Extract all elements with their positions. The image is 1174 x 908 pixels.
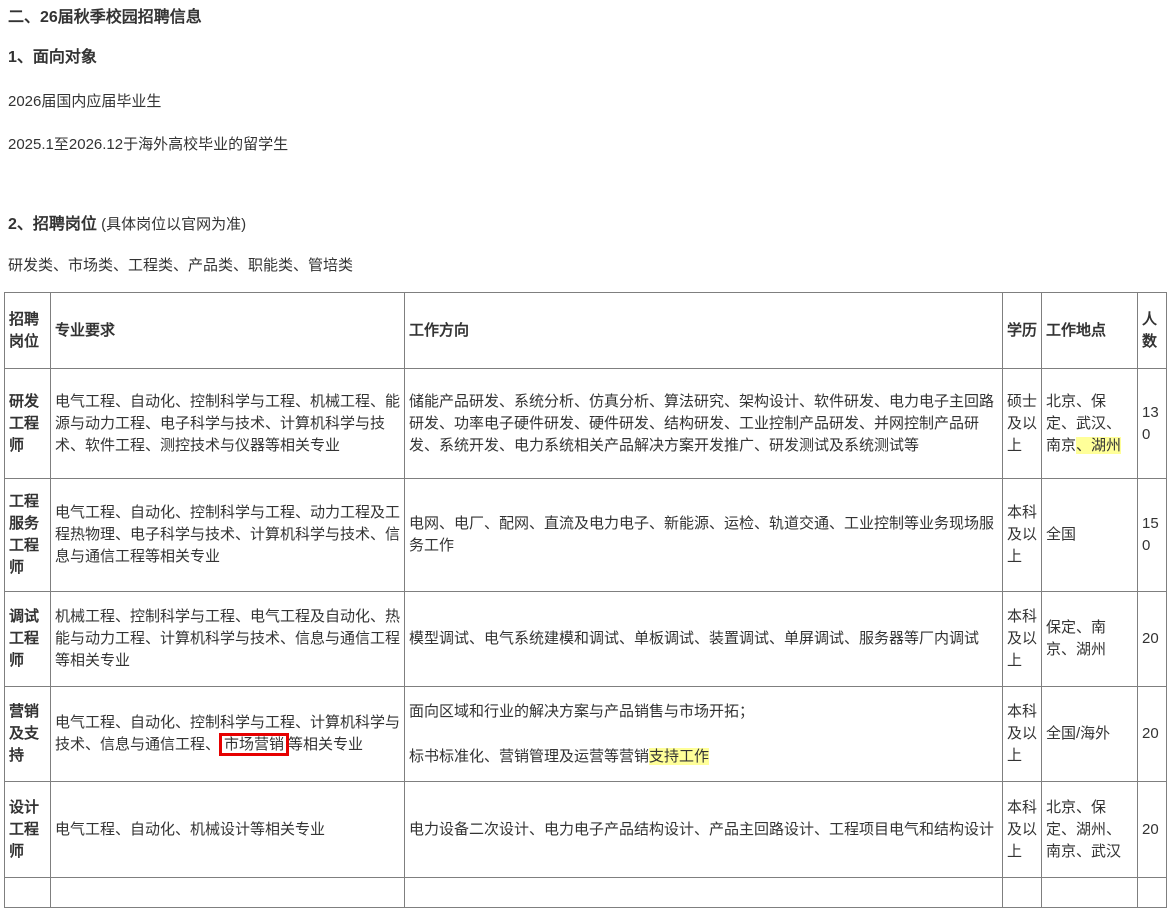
positions-heading-note: (具体岗位以官网为准) — [97, 216, 246, 233]
major-text-tail: 等相关专业 — [288, 736, 363, 753]
cell-major: 电气工程、自动化、控制科学与工程、计算机科学与技术、信息与通信工程、市场营销等相… — [51, 687, 405, 782]
col-header-count: 人数 — [1138, 293, 1167, 369]
cell-count: 20 — [1138, 687, 1167, 782]
cell-major: 机械工程、控制科学与工程、电气工程及自动化、热能与动力工程、计算机科学与技术、信… — [51, 592, 405, 687]
cell-direction: 电力设备二次设计、电力电子产品结构设计、产品主回路设计、工程项目电气和结构设计 — [405, 782, 1003, 878]
positions-table: 招聘岗位 专业要求 工作方向 学历 工作地点 人数 研发工程师 电气工程、自动化… — [4, 292, 1167, 908]
section-heading-positions: 2、招聘岗位 (具体岗位以官网为准) — [8, 215, 1174, 235]
cell-position: 工程服务工程师 — [5, 479, 51, 592]
col-header-major: 专业要求 — [51, 293, 405, 369]
cell-location: 北京、保定、武汉、南京、湖州 — [1042, 369, 1138, 479]
cell-major: 电气工程、自动化、控制科学与工程、机械工程、能源与动力工程、电子科学与技术、计算… — [51, 369, 405, 479]
direction-line-2: 标书标准化、营销管理及运营等营销支持工作 — [409, 746, 998, 768]
cell-degree: 本科及以上 — [1003, 592, 1042, 687]
cell-direction: 储能产品研发、系统分析、仿真分析、算法研究、架构设计、软件研发、电力电子主回路研… — [405, 369, 1003, 479]
table-row-field-service-engineer: 工程服务工程师 电气工程、自动化、控制科学与工程、动力工程及工程热物理、电子科学… — [5, 479, 1167, 592]
cell-direction: 面向区域和行业的解决方案与产品销售与市场开拓； 标书标准化、营销管理及运营等营销… — [405, 687, 1003, 782]
cell-count: 130 — [1138, 369, 1167, 479]
cell-direction: 电网、电厂、配网、直流及电力电子、新能源、运检、轨道交通、工业控制等业务现场服务… — [405, 479, 1003, 592]
cell-position: 营销及支持 — [5, 687, 51, 782]
cell-empty — [51, 878, 405, 908]
cell-degree: 本科及以上 — [1003, 479, 1042, 592]
table-row-cutoff — [5, 878, 1167, 908]
section-heading-audience: 1、面向对象 — [8, 48, 1174, 68]
highlight-huzhou: 、湖州 — [1076, 437, 1121, 454]
cell-empty — [1003, 878, 1042, 908]
cell-direction: 模型调试、电气系统建模和调试、单板调试、装置调试、单屏调试、服务器等厂内调试 — [405, 592, 1003, 687]
cell-location: 全国 — [1042, 479, 1138, 592]
cell-major: 电气工程、自动化、控制科学与工程、动力工程及工程热物理、电子科学与技术、计算机科… — [51, 479, 405, 592]
table-row-rd-engineer: 研发工程师 电气工程、自动化、控制科学与工程、机械工程、能源与动力工程、电子科学… — [5, 369, 1167, 479]
cell-position: 调试工程师 — [5, 592, 51, 687]
cell-count: 150 — [1138, 479, 1167, 592]
table-row-commissioning-engineer: 调试工程师 机械工程、控制科学与工程、电气工程及自动化、热能与动力工程、计算机科… — [5, 592, 1167, 687]
col-header-location: 工作地点 — [1042, 293, 1138, 369]
table-row-marketing-support: 营销及支持 电气工程、自动化、控制科学与工程、计算机科学与技术、信息与通信工程、… — [5, 687, 1167, 782]
col-header-direction: 工作方向 — [405, 293, 1003, 369]
position-categories: 研发类、市场类、工程类、产品类、职能类、管培类 — [8, 256, 1174, 276]
col-header-position: 招聘岗位 — [5, 293, 51, 369]
cell-degree: 硕士及以上 — [1003, 369, 1042, 479]
cell-position: 设计工程师 — [5, 782, 51, 878]
highlight-support-work: 支持工作 — [649, 748, 709, 765]
cell-count: 20 — [1138, 592, 1167, 687]
cell-degree: 本科及以上 — [1003, 687, 1042, 782]
direction-line-1: 面向区域和行业的解决方案与产品销售与市场开拓； — [409, 701, 998, 723]
cell-major: 电气工程、自动化、机械设计等相关专业 — [51, 782, 405, 878]
page-title: 二、26届秋季校园招聘信息 — [8, 8, 1174, 28]
col-header-degree: 学历 — [1003, 293, 1042, 369]
cell-location: 北京、保定、湖州、南京、武汉 — [1042, 782, 1138, 878]
cell-degree: 本科及以上 — [1003, 782, 1042, 878]
audience-overseas-graduates: 2025.1至2026.12于海外高校毕业的留学生 — [8, 135, 1174, 155]
cell-count: 20 — [1138, 782, 1167, 878]
table-header-row: 招聘岗位 专业要求 工作方向 学历 工作地点 人数 — [5, 293, 1167, 369]
red-box-marketing-major: 市场营销 — [219, 733, 289, 756]
recruitment-document: 二、26届秋季校园招聘信息 1、面向对象 2026届国内应届毕业生 2025.1… — [0, 8, 1174, 908]
table-row-design-engineer: 设计工程师 电气工程、自动化、机械设计等相关专业 电力设备二次设计、电力电子产品… — [5, 782, 1167, 878]
cell-location: 全国/海外 — [1042, 687, 1138, 782]
cell-empty — [405, 878, 1003, 908]
cell-empty — [5, 878, 51, 908]
audience-domestic-graduates: 2026届国内应届毕业生 — [8, 92, 1174, 112]
cell-location: 保定、南京、湖州 — [1042, 592, 1138, 687]
direction-line-2-text: 标书标准化、营销管理及运营等营销 — [409, 748, 649, 765]
cell-empty — [1138, 878, 1167, 908]
cell-position: 研发工程师 — [5, 369, 51, 479]
cell-empty — [1042, 878, 1138, 908]
positions-heading-text: 2、招聘岗位 — [8, 216, 97, 233]
